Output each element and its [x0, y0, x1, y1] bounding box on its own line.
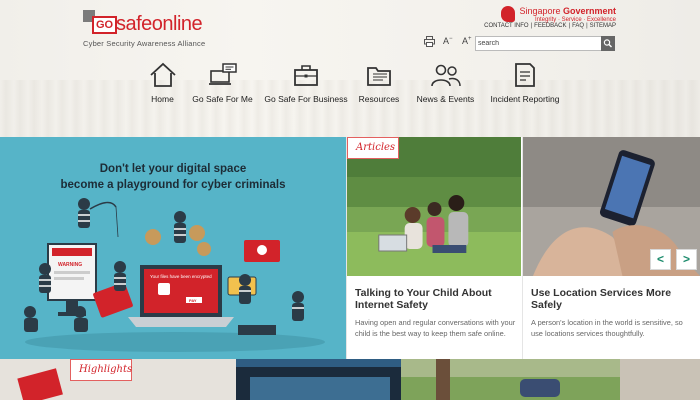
pay-text: PAY: [189, 298, 197, 303]
logo-go-mark: GO: [92, 16, 118, 34]
decrease-font-button[interactable]: A−: [443, 36, 453, 46]
hero-banner[interactable]: Don't let your digital space become a pl…: [0, 137, 346, 359]
search-button[interactable]: [601, 36, 615, 51]
separator: |: [530, 23, 533, 29]
singapore-government-logo[interactable]: Singapore Government Integrity · Service…: [501, 6, 616, 23]
separator: |: [586, 23, 588, 29]
laptop-chat-icon: [208, 63, 237, 85]
nav-go-safe-for-business[interactable]: Go Safe For Business: [261, 62, 351, 104]
article-summary: A person's location in the world is sens…: [531, 318, 683, 338]
phone-location-photo: [523, 137, 700, 276]
articles-label: Articles: [347, 137, 399, 159]
search-box: [475, 36, 615, 51]
nav-incident-reporting-label: Incident Reporting: [490, 94, 560, 104]
article-title[interactable]: Use Location Services More Safely: [531, 287, 696, 311]
encrypted-text: Your files have been encrypted: [150, 274, 212, 279]
briefcase-icon: [294, 65, 318, 86]
folder-icon: [367, 67, 391, 86]
site-header: GO safeonline Cyber Security Awareness A…: [0, 0, 700, 137]
highlights-label: Highlights: [70, 359, 132, 381]
lion-head-icon: [501, 6, 516, 22]
print-icon[interactable]: [424, 36, 435, 49]
separator: |: [568, 23, 571, 29]
carousel-next-button[interactable]: >: [676, 249, 697, 270]
sitemap-link[interactable]: SITEMAP: [590, 23, 616, 29]
contact-info-link[interactable]: CONTACT INFO: [484, 23, 528, 29]
increase-font-button[interactable]: A+: [462, 36, 472, 46]
warning-text: WARNING: [58, 262, 82, 268]
search-icon: [603, 39, 612, 48]
report-icon: [515, 63, 535, 87]
nav-resources[interactable]: Resources: [349, 62, 409, 104]
chevron-left-icon: <: [656, 252, 664, 266]
chevron-right-icon: >: [682, 252, 690, 266]
home-icon: [149, 62, 176, 87]
article-title[interactable]: Talking to Your Child About Internet Saf…: [355, 287, 520, 311]
nav-incident-reporting[interactable]: Incident Reporting: [485, 62, 565, 104]
gosafeonline-logo[interactable]: GO safeonline Cyber Security Awareness A…: [83, 10, 213, 50]
search-input[interactable]: [478, 38, 598, 49]
gov-title: Singapore Government: [519, 6, 616, 16]
nav-go-safe-for-me[interactable]: Go Safe For Me: [185, 62, 260, 104]
utility-links: CONTACT INFO | FEEDBACK | FAQ | SITEMAP: [484, 23, 616, 29]
logo-wordmark: safeonline: [116, 13, 203, 35]
logo-tagline: Cyber Security Awareness Alliance: [83, 39, 206, 48]
article-summary: Having open and regular conversations wi…: [355, 318, 516, 338]
nav-news-events-label: News & Events: [416, 94, 475, 104]
feedback-link[interactable]: FEEDBACK: [534, 23, 566, 29]
nav-resources-label: Resources: [358, 94, 400, 104]
article-card[interactable]: Use Location Services More Safely A pers…: [522, 137, 700, 359]
article-card[interactable]: Talking to Your Child About Internet Saf…: [346, 137, 521, 359]
nav-go-safe-for-business-label: Go Safe For Business: [264, 94, 348, 104]
nav-news-events[interactable]: News & Events: [413, 62, 478, 104]
people-icon: [430, 64, 461, 87]
carousel-prev-button[interactable]: <: [650, 249, 671, 270]
nav-go-safe-for-me-label: Go Safe For Me: [192, 94, 253, 104]
cyber-criminals-illustration: WARNING Your files have been encrypted P…: [24, 198, 325, 352]
faq-link[interactable]: FAQ: [572, 23, 584, 29]
